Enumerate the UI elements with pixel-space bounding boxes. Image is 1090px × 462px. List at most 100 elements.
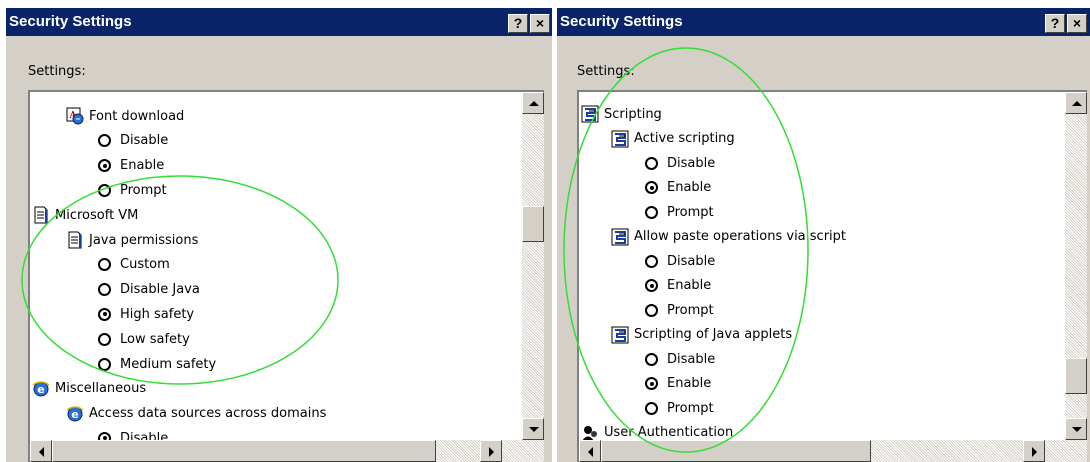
arrow-left-icon [39, 447, 44, 457]
radio-button[interactable] [98, 357, 111, 371]
settings-label: Settings: [577, 64, 635, 79]
item-label: Active scripting [634, 131, 735, 146]
radio-button-selected[interactable] [98, 307, 111, 321]
radio-option[interactable]: Prompt [645, 397, 714, 419]
dialog-title: Security Settings [560, 13, 683, 30]
radio-option[interactable]: Disable [645, 250, 715, 272]
item-label: Scripting [604, 106, 662, 122]
radio-option[interactable]: Low safety [98, 328, 190, 350]
radio-option[interactable]: Enable [645, 373, 711, 395]
title-bar: Security Settings ? × [6, 8, 552, 36]
document-icon [66, 231, 84, 249]
radio-button[interactable] [645, 401, 658, 415]
item-label: Miscellaneous [55, 381, 147, 397]
script-icon [611, 228, 629, 246]
help-button[interactable]: ? [1045, 14, 1065, 33]
ie-icon: e [66, 405, 84, 423]
tree-category: A Font download [66, 105, 184, 127]
item-label: Disable [667, 155, 716, 171]
close-button[interactable]: × [530, 14, 550, 33]
scroll-up-button[interactable] [1065, 92, 1087, 114]
script-icon [611, 130, 629, 148]
scroll-left-button[interactable] [579, 440, 601, 462]
help-button[interactable]: ? [508, 14, 528, 33]
radio-button-selected[interactable] [645, 181, 658, 194]
script-icon [581, 105, 599, 123]
item-label: Low safety [120, 331, 190, 347]
ie-icon: e [32, 380, 50, 398]
item-label: Enable [667, 376, 712, 391]
radio-option[interactable]: Custom [98, 254, 170, 276]
radio-button[interactable] [645, 303, 658, 317]
item-label: Allow paste operations via script [634, 229, 847, 244]
item-label: Font download [89, 108, 185, 124]
radio-button-selected[interactable] [645, 279, 658, 292]
scroll-right-button[interactable] [480, 440, 502, 462]
radio-button[interactable] [98, 183, 111, 197]
item-label: Enable [667, 278, 712, 293]
vertical-scrollbar[interactable] [1065, 92, 1087, 440]
vertical-scrollbar[interactable] [522, 92, 544, 440]
security-settings-dialog-left: Security Settings ? × Settings: A Font do… [5, 8, 552, 462]
settings-list[interactable]: A Font download Disable Enable Prompt Microso… [28, 90, 544, 462]
close-button[interactable]: × [1067, 14, 1087, 33]
item-label: Microsoft VM [55, 207, 139, 223]
radio-option[interactable]: Enable [98, 155, 164, 177]
radio-option[interactable]: Enable [645, 177, 711, 199]
radio-option[interactable]: Prompt [645, 201, 714, 223]
radio-option[interactable]: Prompt [98, 179, 167, 201]
arrow-left-icon [588, 447, 593, 457]
scroll-down-button[interactable] [1065, 418, 1087, 440]
radio-option[interactable]: Medium safety [98, 353, 216, 375]
settings-tree: A Font download Disable Enable Prompt Microso… [30, 92, 520, 462]
radio-button[interactable] [645, 156, 658, 170]
tree-group: Microsoft VM [32, 204, 138, 226]
dialog-title: Security Settings [9, 13, 132, 30]
radio-option[interactable]: High safety [98, 303, 194, 325]
horizontal-scrollbar[interactable] [30, 440, 544, 462]
settings-label: Settings: [28, 64, 86, 79]
scroll-up-button[interactable] [522, 92, 544, 114]
radio-option[interactable]: Enable [645, 275, 711, 297]
radio-option[interactable]: Disable [645, 152, 715, 174]
horizontal-scroll-thumb[interactable] [52, 440, 436, 462]
item-label: Prompt [667, 400, 714, 416]
radio-button[interactable] [98, 283, 111, 297]
item-label: High safety [120, 306, 195, 322]
radio-button[interactable] [645, 254, 658, 268]
scroll-thumb[interactable] [1065, 358, 1087, 394]
radio-button-selected[interactable] [645, 377, 658, 390]
radio-option[interactable]: Disable [645, 348, 715, 370]
font-download-icon: A [66, 107, 84, 125]
arrow-down-icon [529, 427, 539, 432]
tree-category: Active scripting [611, 128, 735, 150]
radio-button[interactable] [645, 205, 658, 219]
horizontal-scroll-thumb[interactable] [601, 440, 871, 462]
script-icon [611, 326, 629, 344]
radio-button-selected[interactable] [98, 159, 111, 173]
item-label: Disable [667, 351, 716, 367]
settings-list[interactable]: Scripting Active scripting Disable Enable Pr… [577, 90, 1087, 462]
item-label: Disable [120, 133, 169, 149]
radio-option[interactable]: Disable [98, 130, 168, 152]
item-label: Disable Java [120, 282, 200, 298]
scroll-right-button[interactable] [1023, 440, 1045, 462]
title-bar: Security Settings ? × [557, 8, 1090, 36]
tree-group: e Miscellaneous [32, 378, 146, 400]
radio-option[interactable]: Prompt [645, 299, 714, 321]
radio-button[interactable] [98, 332, 111, 346]
tree-category: Java permissions [66, 229, 198, 251]
item-label: Prompt [667, 302, 714, 318]
radio-button[interactable] [98, 258, 111, 272]
radio-button[interactable] [645, 352, 658, 366]
radio-option[interactable]: Disable Java [98, 279, 200, 301]
item-label: Medium safety [120, 356, 217, 372]
horizontal-scrollbar[interactable] [579, 440, 1087, 462]
scroll-down-button[interactable] [522, 418, 544, 440]
document-icon [32, 206, 50, 224]
item-label: Access data sources across domains [89, 406, 327, 422]
scroll-thumb[interactable] [522, 206, 544, 242]
arrow-right-icon [1032, 447, 1037, 457]
scroll-left-button[interactable] [30, 440, 52, 462]
radio-button[interactable] [98, 134, 111, 148]
